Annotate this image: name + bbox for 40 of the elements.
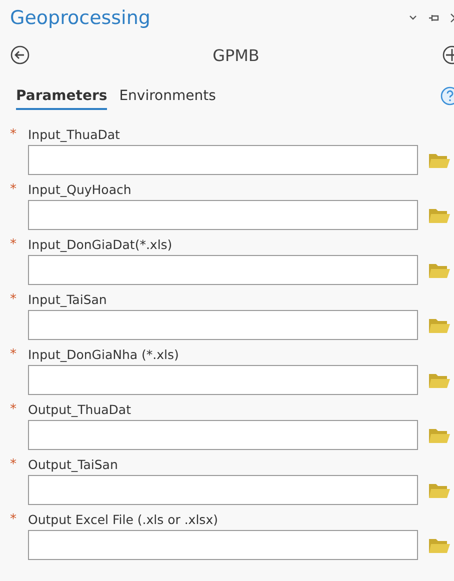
- required-mark: *: [10, 402, 18, 416]
- tool-title: GPMB: [212, 46, 260, 64]
- tab[interactable]: Parameters: [16, 84, 108, 110]
- input-field[interactable]: [28, 475, 418, 505]
- chevron-down-icon[interactable]: [408, 14, 418, 22]
- back-icon[interactable]: [10, 45, 30, 65]
- help-icon[interactable]: [440, 86, 454, 106]
- folder-icon[interactable]: [428, 371, 450, 389]
- pin-icon[interactable]: [428, 13, 440, 23]
- required-mark: *: [10, 346, 18, 362]
- parameter-label: Output_TaiSan: [28, 456, 118, 472]
- folder-icon[interactable]: [428, 316, 450, 334]
- input-field[interactable]: [28, 255, 418, 285]
- folder-icon[interactable]: [428, 426, 450, 444]
- parameter-label: Input_DonGiaNha (*.xls): [28, 346, 179, 362]
- input-field[interactable]: [28, 310, 418, 340]
- folder-icon[interactable]: [428, 481, 450, 499]
- folder-icon[interactable]: [428, 536, 450, 554]
- tab[interactable]: Environments: [119, 84, 216, 110]
- required-mark: *: [10, 236, 18, 252]
- input-field[interactable]: [28, 200, 418, 230]
- input-field[interactable]: [28, 365, 418, 395]
- input-field[interactable]: [28, 420, 418, 450]
- folder-icon[interactable]: [428, 261, 450, 279]
- required-mark: *: [10, 292, 18, 306]
- parameter-label: Output Excel File (.xls or .xlsx): [28, 512, 218, 526]
- pane-title: Geoprocessing: [10, 7, 150, 29]
- parameter-label: Input_DonGiaDat(*.xls): [28, 236, 172, 252]
- parameter-label: Input_QuyHoach: [28, 182, 132, 196]
- required-mark: *: [10, 512, 18, 526]
- required-mark: *: [10, 182, 18, 196]
- folder-icon[interactable]: [428, 151, 450, 169]
- parameter-label: Input_TaiSan: [28, 292, 107, 306]
- input-field[interactable]: [28, 530, 418, 560]
- input-field[interactable]: [28, 145, 418, 175]
- required-mark: *: [10, 456, 18, 472]
- parameter-label: Input_ThuaDat: [28, 126, 120, 142]
- parameter-label: Output_ThuaDat: [28, 402, 131, 416]
- required-mark: *: [10, 126, 18, 142]
- folder-icon[interactable]: [428, 206, 450, 224]
